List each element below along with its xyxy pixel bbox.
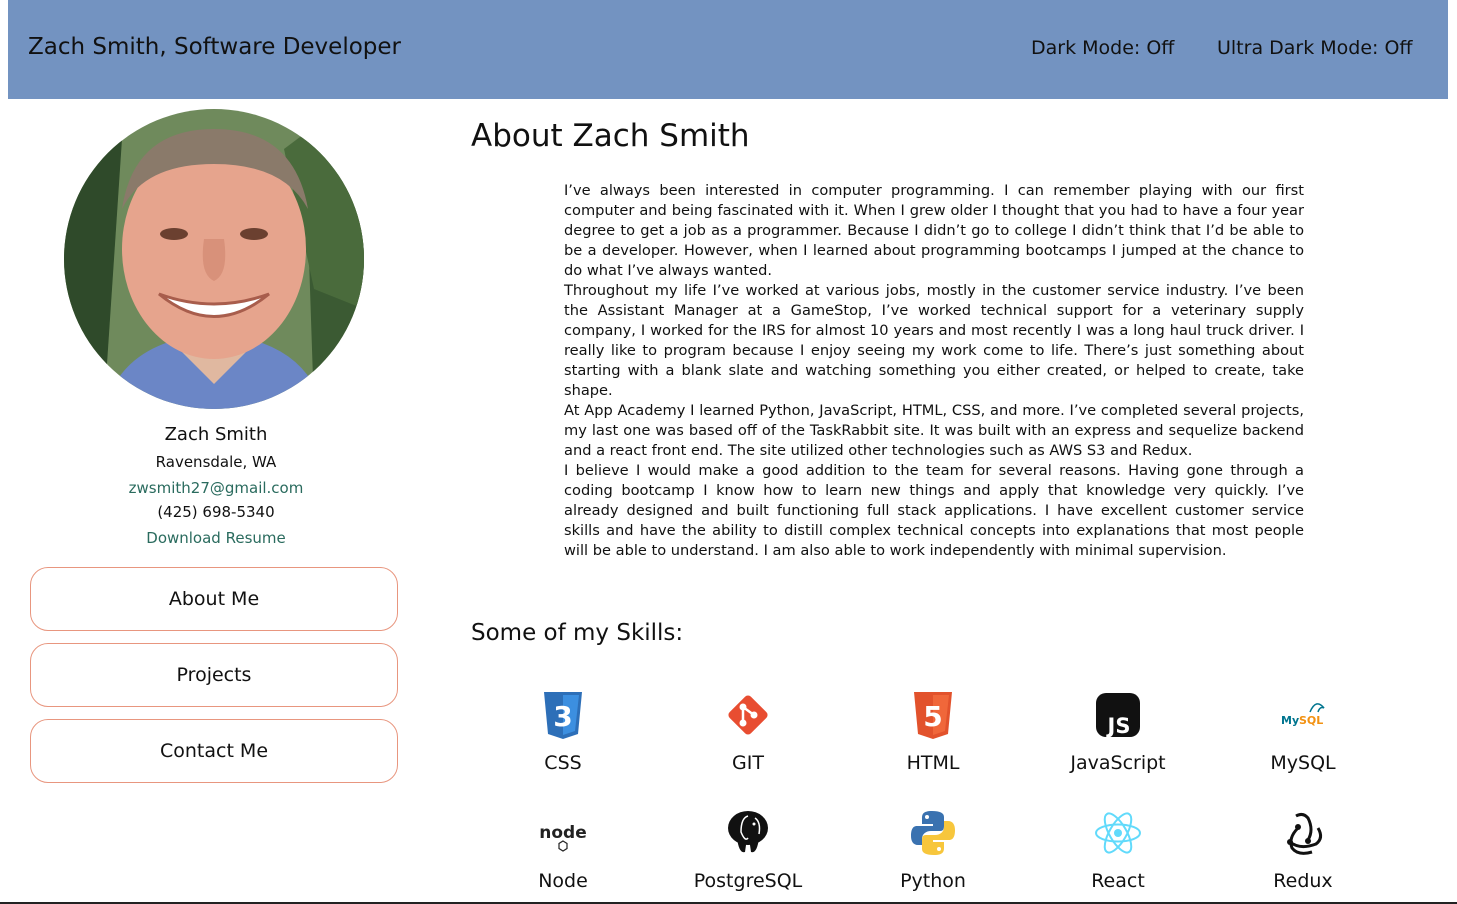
projects-button[interactable]: Projects [30, 643, 398, 707]
profile-photo [64, 109, 364, 409]
redux-icon [1287, 812, 1323, 855]
svg-text:node: node [539, 823, 586, 843]
contact-me-button[interactable]: Contact Me [30, 719, 398, 783]
skill-css: 3 CSS [473, 690, 653, 774]
skill-label: JavaScript [1070, 752, 1166, 774]
about-text: I’ve always been interested in computer … [564, 181, 1304, 561]
postgresql-icon [728, 811, 768, 853]
react-icon [1095, 812, 1141, 854]
profile-location: Ravensdale, WA [155, 453, 277, 471]
dark-mode-toggle[interactable]: Dark Mode: Off [1031, 37, 1174, 59]
skill-label: Python [900, 870, 966, 892]
svg-text:My: My [1281, 714, 1299, 727]
skill-label: PostgreSQL [693, 870, 803, 892]
site-title: Zach Smith, Software Developer [28, 34, 401, 60]
svg-text:SQL: SQL [1299, 714, 1323, 727]
javascript-icon: JS [1096, 693, 1140, 738]
skill-html: 5 HTML [843, 690, 1023, 774]
profile-name: Zach Smith [164, 424, 268, 445]
download-resume-link[interactable]: Download Resume [146, 529, 285, 547]
about-paragraph: Throughout my life I’ve worked at variou… [564, 282, 1304, 399]
skill-label: MySQL [1270, 752, 1336, 774]
skill-postgresql: PostgreSQL [658, 808, 838, 892]
about-paragraph: I’ve always been interested in computer … [564, 182, 1304, 279]
skill-python: Python [843, 808, 1023, 892]
skill-git: GIT [658, 690, 838, 774]
about-paragraph: At App Academy I learned Python, JavaScr… [564, 402, 1304, 459]
skill-node: node Node [473, 808, 653, 892]
ultra-dark-mode-toggle[interactable]: Ultra Dark Mode: Off [1217, 37, 1413, 59]
skill-label: CSS [544, 752, 582, 774]
git-icon [728, 695, 768, 735]
skill-react: React [1028, 808, 1208, 892]
skills-heading: Some of my Skills: [471, 620, 684, 646]
about-heading: About Zach Smith [471, 118, 750, 154]
skill-redux: Redux [1213, 808, 1393, 892]
svg-text:3: 3 [553, 700, 572, 733]
svg-text:5: 5 [923, 700, 942, 733]
skill-label: HTML [906, 752, 960, 774]
mysql-icon: My SQL [1281, 703, 1325, 727]
skill-label: Redux [1273, 870, 1333, 892]
svg-text:JS: JS [1106, 714, 1131, 738]
skill-label: React [1091, 870, 1145, 892]
top-header: Zach Smith, Software Developer Dark Mode… [8, 0, 1448, 99]
skill-label: Node [538, 870, 588, 892]
resume-link-wrap: Download Resume [16, 528, 416, 547]
profile-phone: (425) 698-5340 [157, 503, 275, 521]
skill-label: GIT [732, 752, 764, 774]
about-me-button[interactable]: About Me [30, 567, 398, 631]
css3-icon: 3 [544, 692, 582, 739]
node-icon: node [539, 823, 587, 852]
skill-javascript: JS JavaScript [1028, 690, 1208, 774]
about-paragraph: I believe I would make a good addition t… [564, 462, 1304, 559]
python-icon [911, 811, 955, 855]
skill-mysql: My SQL MySQL [1213, 690, 1393, 774]
html5-icon: 5 [914, 692, 952, 739]
email-link-wrap: zwsmith27@gmail.com [16, 478, 416, 497]
email-link[interactable]: zwsmith27@gmail.com [129, 479, 304, 497]
